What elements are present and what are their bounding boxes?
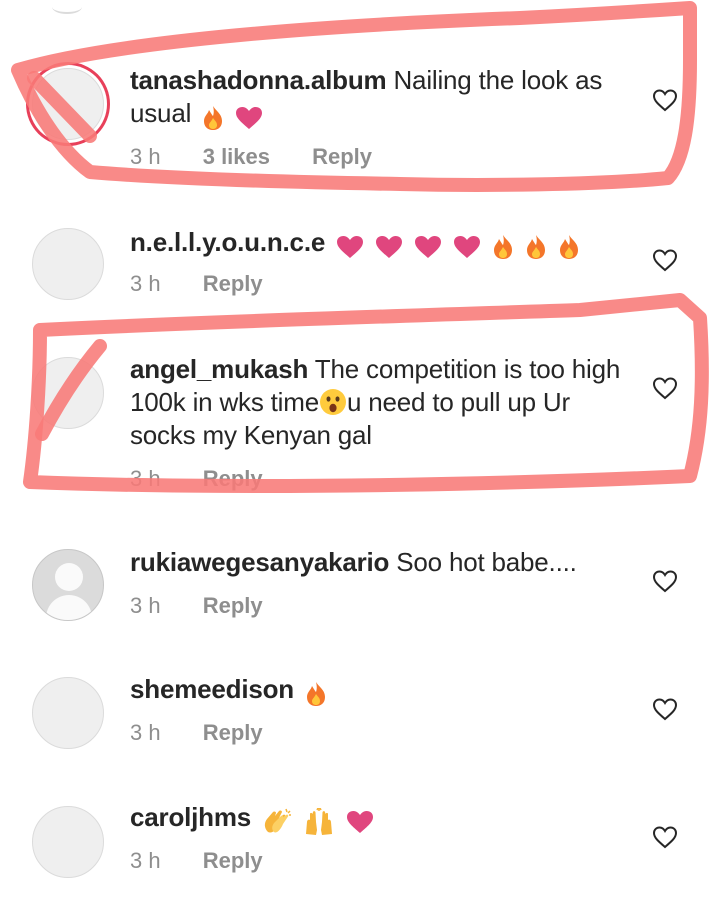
heart-emoji-icon [454,236,481,259]
default-avatar-head [55,563,83,591]
avatar[interactable] [32,228,104,300]
comment-text: angel_mukash The competition is too high… [130,353,630,452]
fire-emoji-icon [494,235,513,260]
fire-emoji-icon [204,106,223,131]
clapping-hands-emoji-icon [264,808,292,833]
comment-username[interactable]: tanashadonna.album [130,65,387,95]
fire-emoji-icon [307,682,326,707]
comment-text: n.e.l.l.y.o.u.n.c.e [130,226,650,262]
comment-meta: 3 h Reply [130,466,299,492]
comment-time: 3 h [130,271,161,296]
comment-meta: 3 h Reply [130,271,299,297]
heart-emoji-icon [337,236,364,259]
previous-avatar-edge [52,0,82,14]
fire-emoji-icon [560,235,579,260]
comment-username[interactable]: angel_mukash [130,354,308,384]
comment-time: 3 h [130,144,161,169]
default-avatar-shoulders [46,595,92,620]
avatar[interactable] [32,549,104,621]
comment-meta: 3 h Reply [130,720,299,746]
heart-emoji-icon [376,236,403,259]
comment-time: 3 h [130,466,161,491]
avatar[interactable] [32,677,104,749]
fire-emoji-icon [527,235,546,260]
like-heart-icon[interactable] [652,248,678,272]
like-heart-icon[interactable] [652,88,678,112]
comment-likes[interactable]: 3 likes [203,144,270,169]
comment-text: tanashadonna.album Nailing the look as u… [130,64,620,133]
comment-meta: 3 h 3 likes Reply [130,144,408,170]
reply-button[interactable]: Reply [203,720,263,745]
raising-hands-emoji-icon [306,807,333,836]
avatar[interactable] [32,806,104,878]
heart-emoji-icon [236,107,263,130]
comment-meta: 3 h Reply [130,593,299,619]
comment-text: caroljhms [130,801,620,837]
comment-text: shemeedison [130,673,620,709]
comment-username[interactable]: rukiawegesanyakario [130,547,389,577]
comment-time: 3 h [130,848,161,873]
surprised-face-emoji-icon [319,389,346,415]
comment-username[interactable]: n.e.l.l.y.o.u.n.c.e [130,227,325,257]
reply-button[interactable]: Reply [203,271,263,296]
comment-username[interactable]: shemeedison [130,674,294,704]
reply-button[interactable]: Reply [312,144,372,169]
avatar[interactable] [32,68,104,140]
comment-meta: 3 h Reply [130,848,299,874]
like-heart-icon[interactable] [652,697,678,721]
comment-body: Soo hot babe.... [396,547,577,577]
heart-emoji-icon [347,811,374,834]
like-heart-icon[interactable] [652,376,678,400]
reply-button[interactable]: Reply [203,466,263,491]
comment-text: rukiawegesanyakario Soo hot babe.... [130,546,650,579]
highlight-markup [11,1,709,493]
comment-username[interactable]: caroljhms [130,802,251,832]
reply-button[interactable]: Reply [203,593,263,618]
avatar[interactable] [32,357,104,429]
like-heart-icon[interactable] [652,569,678,593]
comment-time: 3 h [130,593,161,618]
heart-emoji-icon [415,236,442,259]
reply-button[interactable]: Reply [203,848,263,873]
comment-time: 3 h [130,720,161,745]
like-heart-icon[interactable] [652,825,678,849]
